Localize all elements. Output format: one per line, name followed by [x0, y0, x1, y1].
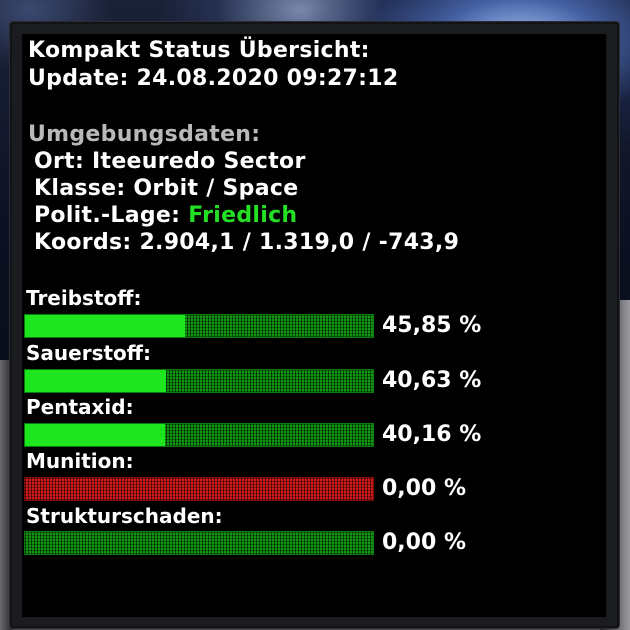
update-timestamp: Update: 24.08.2020 09:27:12: [28, 66, 399, 91]
pentaxid-label: Pentaxid:: [26, 395, 134, 419]
fuel-bar-fill: [25, 315, 185, 337]
ammo-percent: 0,00 %: [382, 476, 466, 501]
fuel-bar: [24, 314, 374, 338]
ammo-label: Munition:: [26, 449, 134, 473]
oxygen-label: Sauerstoff:: [26, 341, 151, 365]
political-status-line: Polit.-Lage: Friedlich: [34, 203, 297, 229]
pentaxid-bar-fill: [25, 424, 165, 446]
class-line: Klasse: Orbit / Space: [34, 176, 299, 201]
fuel-label: Treibstoff:: [26, 286, 142, 310]
structure-damage-percent: 0,00 %: [382, 530, 466, 555]
pentaxid-percent: 40,16 %: [382, 422, 482, 447]
coordinates-line: Koords: 2.904,1 / 1.319,0 / -743,9: [34, 230, 460, 255]
oxygen-percent: 40,63 %: [382, 368, 482, 393]
location-line: Ort: Iteeuredo Sector: [34, 149, 306, 174]
political-status-value: Friedlich: [188, 203, 298, 228]
screen-title: Kompakt Status Übersicht:: [28, 38, 370, 63]
structure-damage-label: Strukturschaden:: [26, 504, 223, 528]
fuel-percent: 45,85 %: [382, 313, 482, 338]
ammo-bar: [24, 477, 374, 501]
oxygen-bar: [24, 369, 374, 393]
pentaxid-bar: [24, 423, 374, 447]
oxygen-bar-fill: [25, 370, 167, 392]
structure-damage-bar: [24, 531, 374, 555]
status-screen: Kompakt Status Übersicht: Update: 24.08.…: [22, 34, 606, 617]
environment-heading: Umgebungsdaten:: [28, 122, 261, 147]
political-status-label: Polit.-Lage:: [34, 203, 189, 228]
